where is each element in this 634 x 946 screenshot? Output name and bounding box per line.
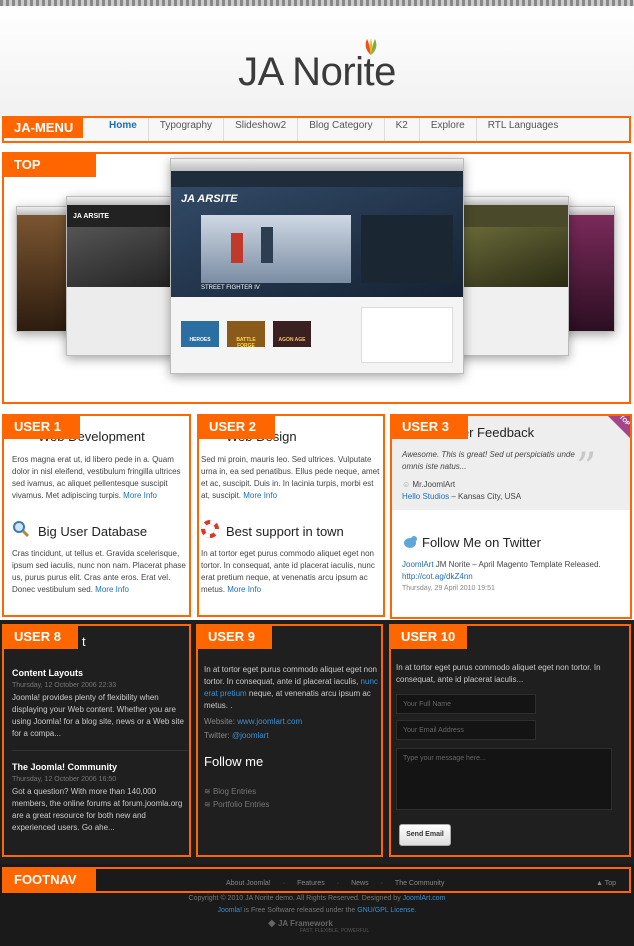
copyright-line: Copyright © 2010 JA Norite demo. All Rig… [188, 895, 446, 902]
magnifier-icon [13, 521, 30, 538]
template-preview-right [457, 196, 569, 356]
ja-framework-tagline: FAST, FLEXIBLE, POWERFUL [300, 928, 370, 934]
user9-text: In at tortor eget purus commodo aliquet … [204, 665, 378, 710]
arrow-up-icon: ▲ [596, 880, 603, 887]
user8-title-tail: t [82, 634, 86, 649]
menu-item-slideshow2[interactable]: Slideshow2 [224, 117, 299, 143]
rss-portfolio-entries[interactable]: ≋ Portfolio Entries [204, 799, 269, 811]
preview-caption: STREET FIGHTER IV [201, 285, 260, 291]
twitter-line: Twitter: @joomlart [204, 731, 269, 740]
footer-nav: About Joomla! · Features · News · The Commu… [220, 880, 450, 887]
template-preview-left: JA ARSITE [66, 196, 176, 356]
preview-game-agon-age: AGON AGE [273, 321, 311, 347]
rss-icon: ≋ [204, 800, 211, 809]
big-user-database-title: Big User Database [38, 524, 148, 539]
article-text-2: Got a question? With more than 140,000 m… [12, 787, 183, 832]
web-development-more-link[interactable]: More Info [123, 491, 157, 500]
user3-module: User Feedback TOP Awesome. This is great… [390, 414, 632, 618]
message-textarea[interactable]: Type your message here... [396, 748, 612, 810]
joomla-link[interactable]: Joomla! [218, 907, 243, 914]
follow-me-title: Follow me [204, 754, 264, 769]
web-development-text: Eros magna erat ut, id libero pede in a.… [12, 455, 181, 500]
twitter-handle-link[interactable]: @joomlart [232, 731, 269, 740]
preview-logo: JA ARSITE [181, 193, 238, 205]
full-name-input[interactable]: Your Full Name [396, 694, 536, 714]
preview-game-battle-forge: BATTLE FORGE [227, 321, 265, 349]
designer-link[interactable]: JoomlArt.com [403, 895, 446, 902]
article-divider [12, 750, 188, 751]
position-label-footnav: FOOTNAV [4, 868, 96, 892]
footer-link-about[interactable]: About Joomla! [220, 880, 277, 887]
footer-link-news[interactable]: News [345, 880, 375, 887]
article-text-1: Joomla! provides plenty of flexibility w… [12, 693, 184, 738]
article-title-1[interactable]: Content Layouts [12, 668, 83, 678]
tweet-link[interactable]: http://cot.ag/dkZ4nn [402, 572, 473, 581]
web-design-more-link[interactable]: More Info [243, 491, 277, 500]
site-header: JA Norite [0, 6, 634, 116]
template-preview-center: JA ARSITE STREET FIGHTER IV HEROES BATTL… [170, 158, 464, 374]
footer-link-features[interactable]: Features [291, 880, 331, 887]
dark-section: t Content Layouts Thursday, 12 October 2… [0, 620, 634, 864]
user10-text: In at tortor eget purus commodo aliquet … [396, 663, 601, 684]
footer-link-community[interactable]: The Community [389, 880, 450, 887]
lifebuoy-icon [201, 520, 219, 538]
tweet-date: Thursday, 29 April 2010 19:51 [402, 585, 495, 592]
article-date-2: Thursday, 12 October 2006 16:50 [12, 776, 117, 783]
user2-module: Web Design Sed mi proin, mauris leo. Sed… [196, 414, 386, 616]
feedback-company: Hello Studios – Kansas City, USA [402, 492, 522, 501]
send-email-button[interactable]: Send Email [399, 824, 451, 846]
position-label-menu: JA-MENU [4, 117, 84, 138]
twitter-bird-icon [404, 536, 417, 548]
rss-blog-entries[interactable]: ≋ Blog Entries [204, 786, 256, 798]
website-link[interactable]: www.joomlart.com [237, 717, 302, 726]
menu-item-k2[interactable]: K2 [385, 117, 420, 143]
big-user-database-more-link[interactable]: More Info [95, 585, 129, 594]
feedback-quote: Awesome. This is great! Sed ut perspicia… [402, 450, 575, 471]
menu-item-home[interactable]: Home [98, 117, 149, 143]
position-label-user2: USER 2 [199, 415, 275, 439]
position-label-user1: USER 1 [4, 415, 80, 439]
back-to-top-link[interactable]: ▲ Top [596, 880, 616, 887]
website-line: Website: www.joomlart.com [204, 717, 303, 726]
main-menu: Home Typography Slideshow2 Blog Category… [98, 117, 569, 143]
best-support-title: Best support in town [226, 524, 344, 539]
tweet: JoomlArt JM Norite – April Magento Templ… [402, 560, 601, 581]
company-link[interactable]: Hello Studios [402, 492, 449, 501]
best-support-text: In at tortor eget purus commodo aliquet … [201, 549, 375, 594]
t3-logo-icon: ◆ [268, 918, 276, 929]
article-title-2[interactable]: The Joomla! Community [12, 762, 117, 772]
top-showcase: JA ARSITE JA ARSITE STREET FIGHTER IV HE… [2, 152, 630, 404]
best-support-more-link[interactable]: More Info [227, 585, 261, 594]
rss-icon: ≋ [204, 787, 211, 796]
position-label-top: TOP [4, 153, 96, 177]
big-user-database-text: Cras tincidunt, ut tellus et. Gravida sc… [12, 549, 186, 594]
position-label-user3: USER 3 [392, 415, 468, 439]
menu-item-rtl-languages[interactable]: RTL Languages [477, 117, 570, 143]
user-icon: ☺ [402, 480, 411, 489]
preview-game-heroes: HEROES [181, 321, 219, 347]
twitter-title: Follow Me on Twitter [422, 535, 541, 550]
license-line: Joomla! is Free Software released under … [217, 907, 417, 914]
position-label-user10: USER 10 [391, 625, 467, 649]
menu-item-explore[interactable]: Explore [420, 117, 477, 143]
email-input[interactable]: Your Email Address [396, 720, 536, 740]
tweet-user-link[interactable]: JoomlArt [402, 560, 434, 569]
site-logo[interactable]: JA Norite [0, 50, 634, 95]
position-label-user9: USER 9 [198, 625, 272, 649]
menu-item-typography[interactable]: Typography [149, 117, 225, 143]
license-link[interactable]: GNU/GPL License. [357, 907, 416, 914]
article-date-1: Thursday, 12 October 2006 22:33 [12, 682, 117, 689]
menu-item-blog-category[interactable]: Blog Category [298, 117, 385, 143]
user1-module: Web Development Eros magna erat ut, id l… [2, 414, 190, 616]
feedback-author: ☺ Mr.JoomlArt [402, 480, 456, 489]
position-label-user8: USER 8 [4, 625, 78, 649]
web-design-text: Sed mi proin, mauris leo. Sed ultrices. … [201, 455, 380, 500]
